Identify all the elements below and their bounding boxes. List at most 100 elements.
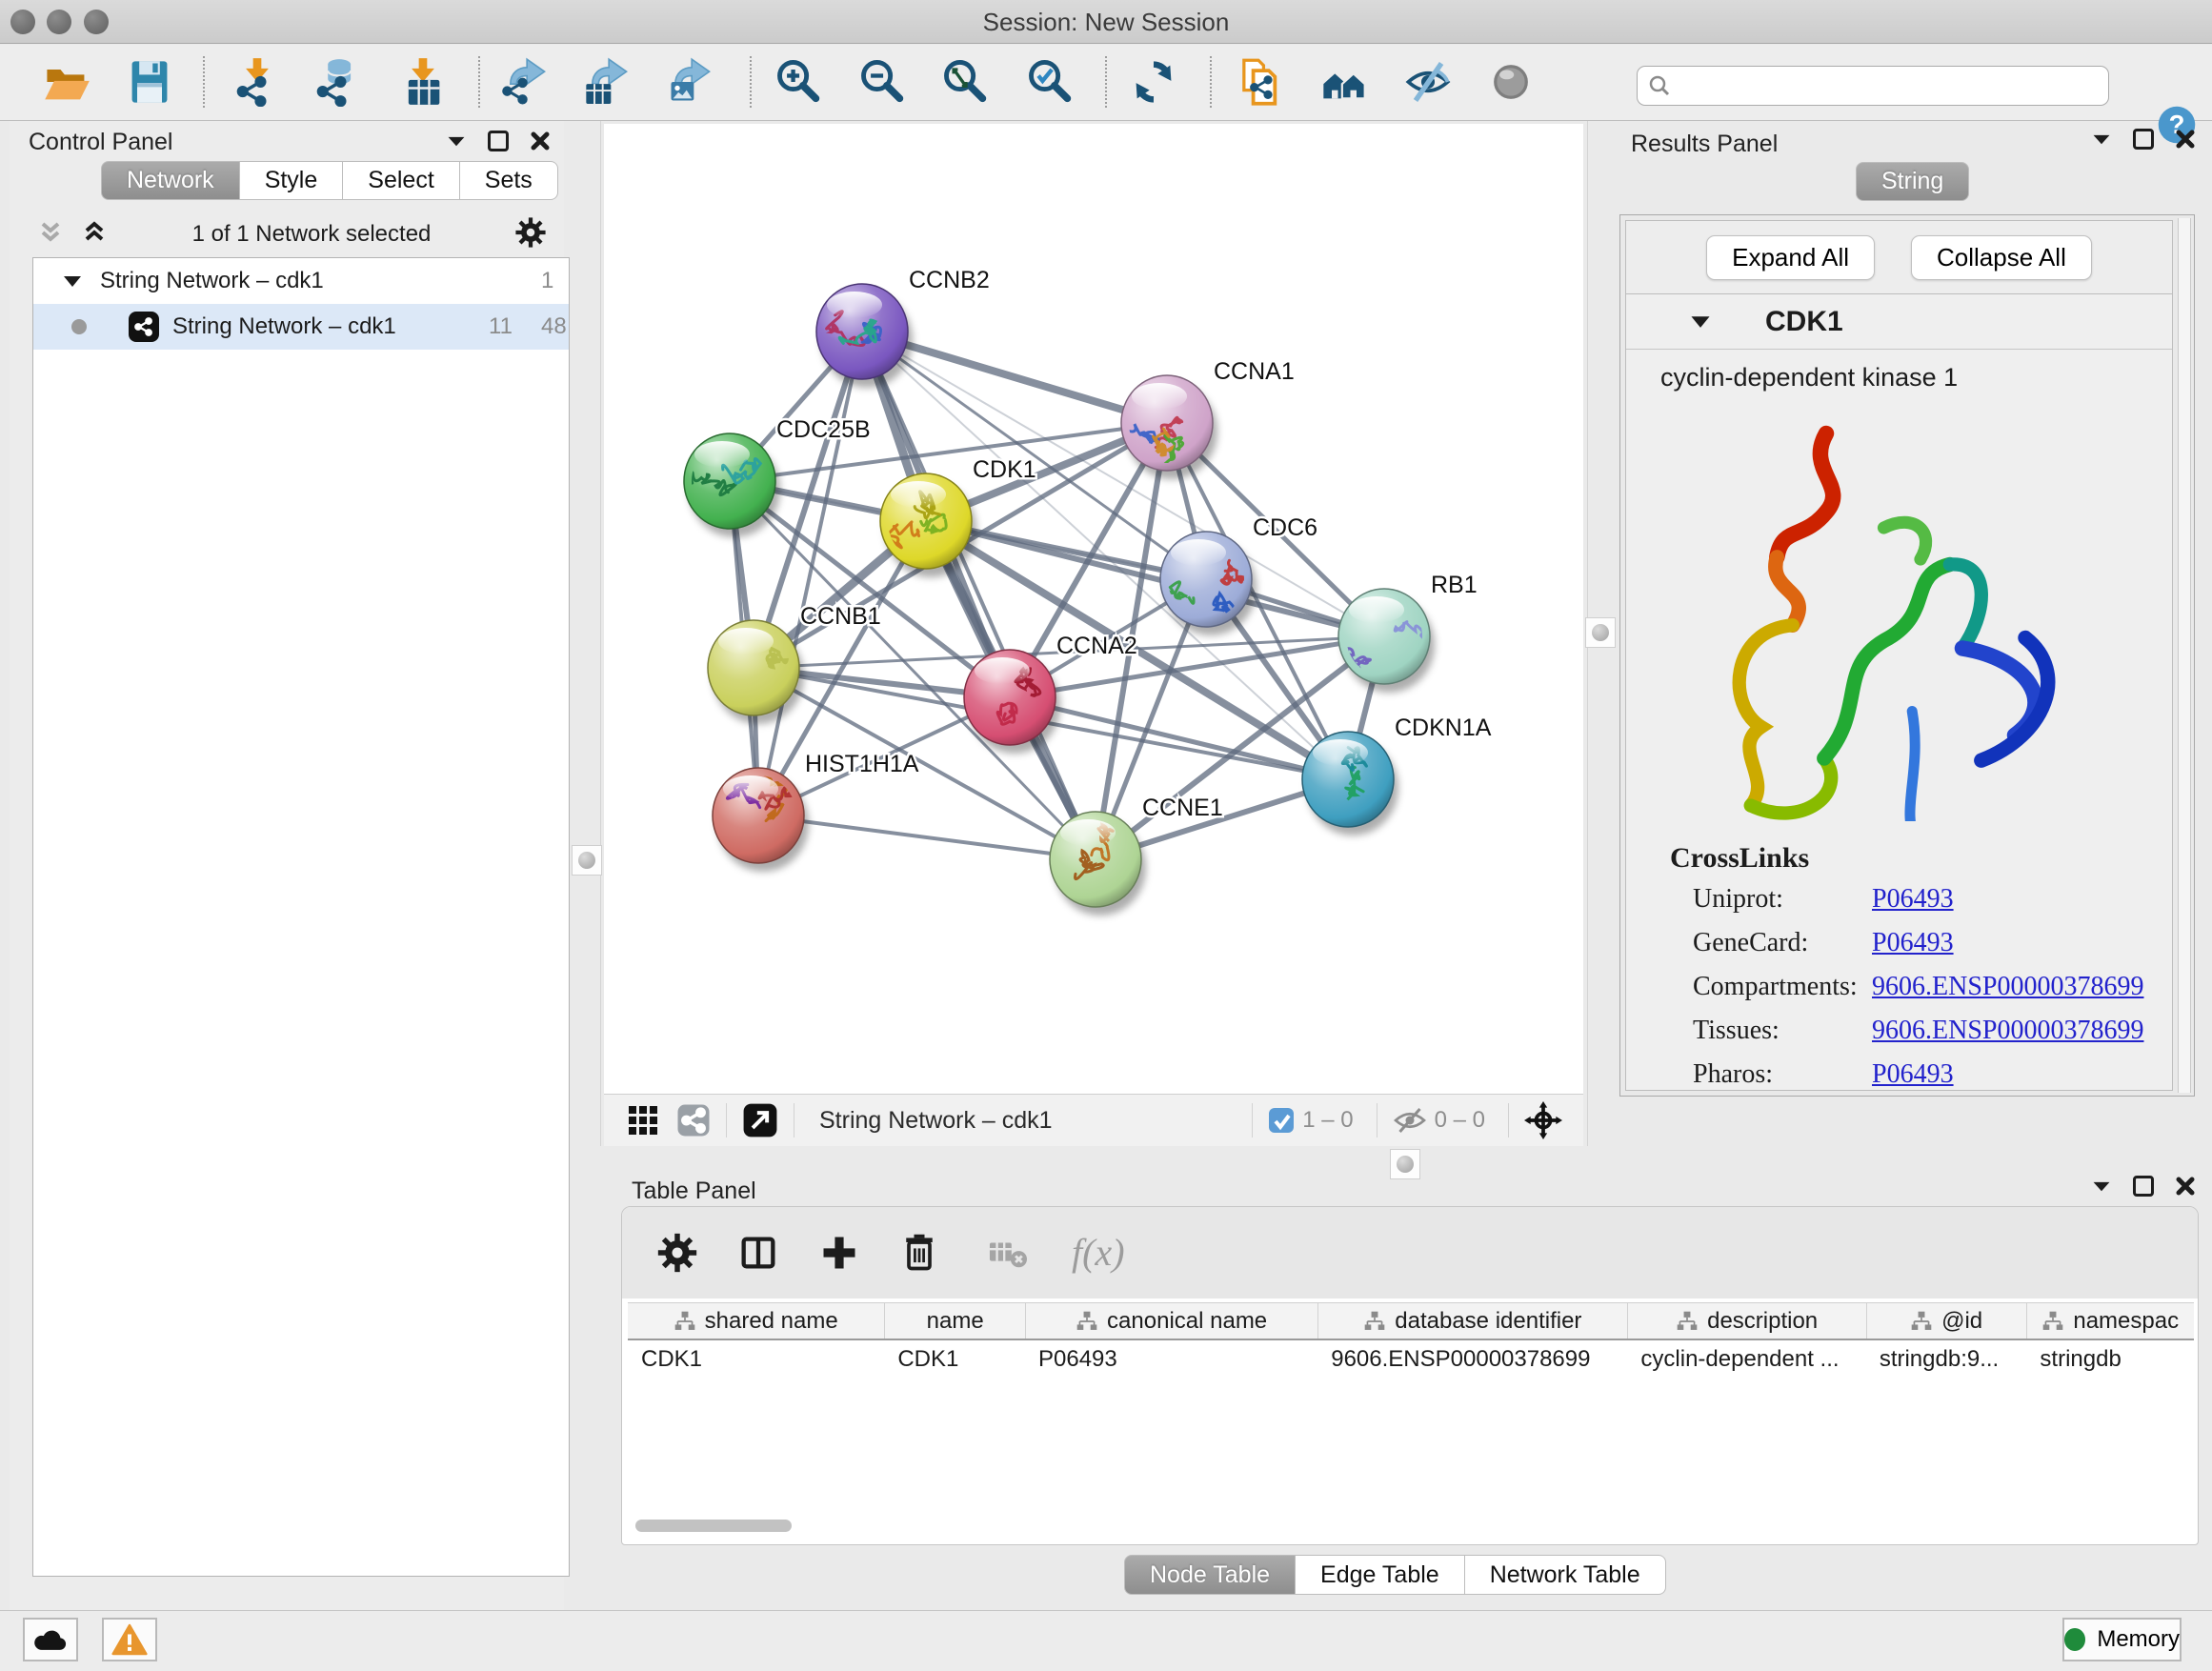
cloud-status-button[interactable] (23, 1618, 78, 1661)
zoom-fit-button[interactable] (938, 56, 992, 110)
window-title: Session: New Session (0, 8, 2212, 37)
title-bar: Session: New Session (0, 0, 2212, 44)
crosslink-row: Tissues: 9606.ENSP00000378699 (1670, 1016, 2172, 1059)
panel-close-icon[interactable] (2175, 1176, 2196, 1197)
crosslink-link[interactable]: P06493 (1872, 928, 1954, 958)
results-scrollbar[interactable] (2178, 218, 2191, 1093)
gene-header[interactable]: CDK1 (1626, 294, 2172, 350)
node-CCNA1[interactable]: CCNA1 (1110, 358, 1295, 486)
left-splitter-handle[interactable] (572, 845, 602, 876)
toolbar-separator (750, 56, 752, 108)
crosslink-link[interactable]: P06493 (1872, 884, 1954, 915)
panel-float-icon[interactable] (2133, 1176, 2154, 1197)
crosslink-link[interactable]: 9606.ENSP00000378699 (1872, 972, 2143, 1002)
crosslinks-section: CrossLinks Uniprot: P06493 GeneCard: P06… (1626, 829, 2172, 1103)
node-CDC6[interactable]: CDC6 (1135, 514, 1317, 635)
import-network-from-database-button[interactable] (311, 56, 364, 110)
panel-close-icon[interactable] (2175, 129, 2196, 150)
import-network-from-file-button[interactable] (231, 56, 284, 110)
tab-network[interactable]: Network (101, 161, 240, 200)
node-label-CCNE1: CCNE1 (1142, 795, 1223, 821)
column-header-description[interactable]: description (1627, 1303, 1865, 1339)
collapse-all-button[interactable]: Collapse All (1911, 235, 2092, 280)
network-badge-icon[interactable] (676, 1103, 711, 1137)
tab-select[interactable]: Select (343, 161, 459, 200)
node-HIST1H1A[interactable]: HIST1H1A (713, 751, 919, 872)
node-label-CCNA1: CCNA1 (1214, 358, 1295, 385)
expand-all-button[interactable]: Expand All (1706, 235, 1875, 280)
tab-string[interactable]: String (1856, 162, 1969, 201)
function-builder-button[interactable]: f(x) (1068, 1229, 1154, 1277)
tab-network-table[interactable]: Network Table (1465, 1555, 1666, 1595)
expand-all-icon[interactable] (80, 218, 109, 252)
export-image-button[interactable] (663, 56, 716, 110)
control-panel-tabs: NetworkStyleSelectSets (101, 161, 558, 200)
panel-menu-icon[interactable] (2091, 132, 2112, 147)
column-header-database-identifier[interactable]: database identifier (1317, 1303, 1627, 1339)
fit-crosshair-icon[interactable] (1524, 1101, 1562, 1139)
column-header-canonical-name[interactable]: canonical name (1025, 1303, 1317, 1339)
edge-count: 48 (541, 313, 567, 340)
table-panel: f(x) shared namenamecanonical namedataba… (621, 1206, 2199, 1545)
open-session-button[interactable] (40, 56, 93, 110)
bottom-splitter-handle[interactable] (1390, 1149, 1420, 1179)
save-session-button[interactable] (123, 56, 176, 110)
delete-table-button[interactable] (986, 1234, 1030, 1272)
right-splitter-handle[interactable] (1585, 617, 1616, 648)
tab-edge-table[interactable]: Edge Table (1296, 1555, 1465, 1595)
clone-network-button[interactable] (1232, 56, 1285, 110)
memory-button[interactable]: Memory (2062, 1618, 2182, 1661)
zoom-selected-button[interactable] (1023, 56, 1076, 110)
first-neighbors-button[interactable] (1317, 56, 1371, 110)
zoom-out-button[interactable] (855, 56, 909, 110)
column-header-@id[interactable]: @id (1866, 1303, 2027, 1339)
network-selection-bar: 1 of 1 Network selected (23, 214, 556, 254)
gene-symbol: CDK1 (1765, 306, 1843, 338)
show-columns-button[interactable] (736, 1231, 780, 1275)
export-network-button[interactable] (498, 56, 552, 110)
add-column-button[interactable] (818, 1232, 860, 1274)
tab-sets[interactable]: Sets (460, 161, 558, 200)
panel-menu-icon[interactable] (2091, 1179, 2112, 1194)
collapse-all-icon[interactable] (36, 218, 65, 252)
export-table-button[interactable] (580, 56, 633, 110)
delete-column-button[interactable] (898, 1232, 940, 1274)
collapse-arrow-icon[interactable] (62, 273, 83, 289)
crosslink-link[interactable]: P06493 (1872, 1059, 1954, 1090)
crosslink-link[interactable]: 9606.ENSP00000378699 (1872, 1016, 2143, 1046)
panel-menu-icon[interactable] (446, 134, 467, 149)
refresh-view-button[interactable] (1127, 56, 1180, 110)
panel-float-icon[interactable] (488, 131, 509, 151)
table-row[interactable]: CDK1CDK1P064939606.ENSP00000378699cyclin… (628, 1340, 2194, 1379)
node-RB1[interactable]: RB1 (1338, 572, 1478, 693)
import-table-from-file-button[interactable] (396, 56, 450, 110)
crosslink-label: Tissues: (1693, 1016, 1780, 1046)
warning-button[interactable] (102, 1618, 157, 1661)
column-header-name[interactable]: name (884, 1303, 1025, 1339)
network-view[interactable]: CCNB2 CCNA1 CDC25B CDK1 CDC6 RB1 CCNB1 (604, 124, 1583, 1094)
node-label-CDK1: CDK1 (973, 456, 1036, 483)
zoom-in-button[interactable] (772, 56, 825, 110)
table-settings-button[interactable] (656, 1232, 698, 1274)
column-header-shared-name[interactable]: shared name (628, 1303, 884, 1339)
panel-float-icon[interactable] (2133, 129, 2154, 150)
grid-view-icon[interactable] (627, 1104, 659, 1137)
open-in-window-icon[interactable] (742, 1102, 778, 1138)
network-collection-row[interactable]: String Network – cdk1 1 (33, 258, 569, 304)
tab-node-table[interactable]: Node Table (1124, 1555, 1296, 1595)
gear-icon[interactable] (514, 216, 547, 253)
panel-close-icon[interactable] (530, 131, 551, 151)
network-row[interactable]: String Network – cdk1 11 48 (33, 304, 569, 350)
column-header-namespac[interactable]: namespac (2026, 1303, 2194, 1339)
hidden-eye-icon[interactable] (1393, 1106, 1427, 1135)
hide-selected-button[interactable] (1401, 56, 1455, 110)
left-splitter[interactable] (600, 121, 601, 1146)
collapse-arrow-icon[interactable] (1689, 313, 1712, 330)
node-CDKN1A[interactable]: CDKN1A (1302, 715, 1492, 836)
search-input[interactable] (1672, 69, 2108, 103)
tab-style[interactable]: Style (240, 161, 344, 200)
show-all-button[interactable] (1484, 56, 1538, 110)
edges (730, 332, 1384, 859)
table-horizontal-scrollbar[interactable] (635, 1520, 792, 1532)
selected-checkbox-icon[interactable] (1268, 1107, 1295, 1134)
